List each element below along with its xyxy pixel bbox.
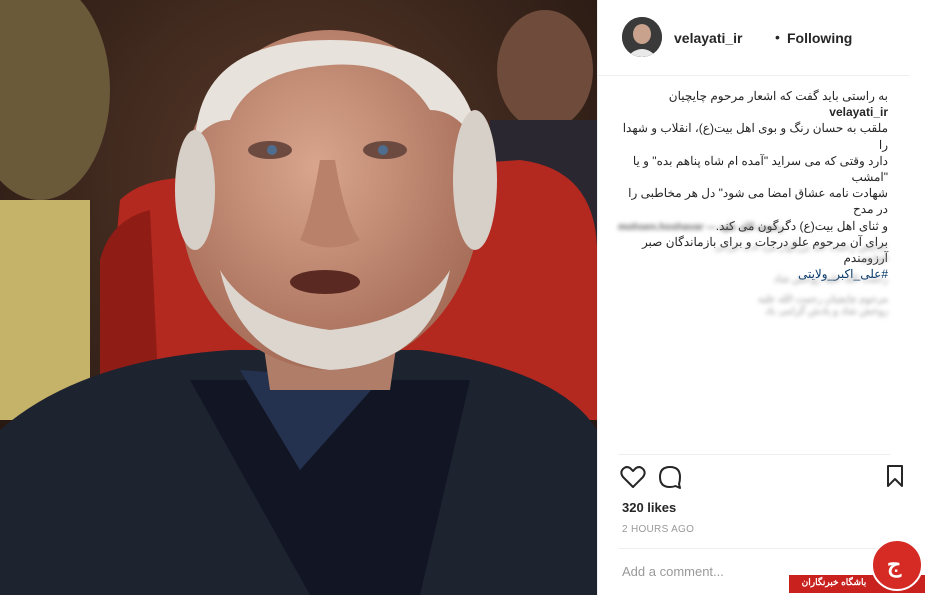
username-link[interactable]: velayati_ir: [674, 30, 743, 46]
caption-line: به راستی باید گفت که اشعار مرحوم چایچیان…: [618, 88, 888, 120]
post-photo-illustration: [0, 0, 597, 595]
comment-item: روحش شاد و یادش گرامی باد: [765, 306, 888, 317]
heart-icon[interactable]: [620, 465, 646, 494]
watermark-text: باشگاه خبرنگاران: [801, 577, 867, 587]
add-comment-input[interactable]: Add a comment...: [622, 564, 724, 579]
caption-line: ملقب به حسان رنگ و بوی اهل بیت(ع)، انقلا…: [622, 121, 888, 152]
watermark-logo-glyph: ج: [887, 552, 902, 577]
comment-item: رحمت الله علیه روحش شاد: [773, 274, 888, 285]
caption-line: شهادت نامه عشاق امضا می شود" دل هر مخاطب…: [628, 186, 888, 217]
caption-line-text: به راستی باید گفت که اشعار مرحوم چایچیان: [668, 89, 888, 103]
post-timestamp: 2 HOURS AGO: [622, 524, 695, 535]
post-header: velayati_ir • Following: [598, 0, 910, 76]
comment-icon[interactable]: [658, 465, 682, 494]
avatar[interactable]: [622, 17, 662, 57]
caption-line: دارد وقتی که می سراید "آمده ام شاه پناهم…: [632, 153, 888, 185]
likes-count[interactable]: 320 likes: [622, 500, 676, 515]
bookmark-icon-graphic: [887, 465, 903, 487]
following-button[interactable]: Following: [787, 30, 852, 46]
separator-dot: •: [775, 29, 780, 45]
avatar-image: [622, 17, 662, 57]
comments-list: mohsen.hoshavar — رحمت الله علیه خدایش ر…: [618, 222, 888, 318]
comment-item: mohsen.hoshavar — رحمت الله علیه: [618, 222, 784, 233]
post-sidebar: velayati_ir • Following به راستی باید گف…: [597, 0, 910, 595]
divider: [618, 454, 890, 455]
comment-icon-graphic: [659, 466, 681, 489]
bookmark-icon[interactable]: [886, 465, 904, 492]
watermark-logo: ج: [871, 539, 923, 591]
watermark-badge: باشگاه خبرنگاران ج: [789, 539, 925, 595]
heart-icon-graphic: [620, 466, 646, 488]
comment-item: خدایش رحمت کند بزرگوار مرد ادب ایرانی: [714, 242, 888, 253]
post-photo[interactable]: [0, 0, 597, 595]
caption-username-link[interactable]: velayati_ir: [829, 105, 888, 119]
comment-item: الفاتحه: [859, 254, 888, 265]
comment-item: مرحوم چایچیان رحمت الله علیه: [757, 294, 888, 305]
